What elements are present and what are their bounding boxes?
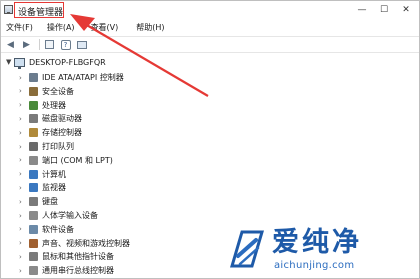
expand-arrow-icon[interactable]: › xyxy=(19,184,29,192)
tree-node-label: 计算机 xyxy=(42,169,66,179)
tree-node[interactable]: › 处理器 xyxy=(19,100,66,111)
menu-view[interactable]: 查看(V) xyxy=(87,20,123,35)
collapse-arrow-icon[interactable]: ▼ xyxy=(6,58,14,66)
properties-icon[interactable] xyxy=(43,38,56,51)
disk-drive-icon xyxy=(29,114,38,124)
processor-icon xyxy=(29,100,38,110)
printer-icon xyxy=(29,142,38,151)
maximize-button[interactable]: ☐ xyxy=(373,3,395,17)
expand-arrow-icon[interactable]: › xyxy=(19,87,29,95)
arrow-right-icon[interactable]: ▶ xyxy=(20,38,33,51)
tree-node[interactable]: › IDE ATA/ATAPI 控制器 xyxy=(19,72,124,83)
tree-node-label: 磁盘驱动器 xyxy=(42,114,82,124)
tree-node[interactable]: › 磁盘驱动器 xyxy=(19,113,82,124)
expand-arrow-icon[interactable]: › xyxy=(19,267,29,275)
tree-node-label: 端口 (COM 和 LPT) xyxy=(42,155,113,165)
device-manager-app-icon xyxy=(4,5,13,14)
tree-root[interactable]: ▼ DESKTOP-FLBGFQR xyxy=(6,56,106,69)
menu-action[interactable]: 操作(A) xyxy=(43,20,79,35)
title-bar: 设备管理器 — ☐ ✕ xyxy=(1,1,419,20)
tree-node-label: 打印队列 xyxy=(42,142,74,151)
menu-bar: 文件(F) 操作(A) 查看(V) 帮助(H) xyxy=(1,20,419,35)
storage-controller-icon xyxy=(29,128,38,138)
watermark-logo-icon xyxy=(229,230,265,268)
usb-icon xyxy=(29,266,38,276)
tree-node-label: 安全设备 xyxy=(42,86,74,96)
tree-node-label: 鼠标和其他指针设备 xyxy=(42,252,114,262)
tree-root-label: DESKTOP-FLBGFQR xyxy=(29,57,106,67)
expand-arrow-icon[interactable]: › xyxy=(19,143,29,151)
tree-node[interactable]: › 计算机 xyxy=(19,169,66,180)
ide-controller-icon xyxy=(29,73,38,82)
tree-node[interactable]: › 存储控制器 xyxy=(19,127,82,138)
tree-node[interactable]: › 通用串行总线控制器 xyxy=(19,265,114,276)
mouse-icon xyxy=(29,252,38,262)
tree-node-label: 监视器 xyxy=(42,183,66,193)
watermark-url: aichunjing.com xyxy=(274,260,355,271)
toolbar: ◀ ▶ ? xyxy=(1,36,419,53)
monitor-icon xyxy=(29,183,38,193)
close-button[interactable]: ✕ xyxy=(395,3,417,17)
tree-node[interactable]: › 声音、视频和游戏控制器 xyxy=(19,238,130,249)
arrow-left-icon[interactable]: ◀ xyxy=(4,38,17,51)
tree-node-label: 人体学输入设备 xyxy=(42,211,98,220)
keyboard-icon xyxy=(29,197,38,207)
tree-node-label: 软件设备 xyxy=(42,224,74,234)
tree-node-label: 键盘 xyxy=(42,197,58,207)
port-icon xyxy=(29,155,38,165)
tree-node-label: 存储控制器 xyxy=(42,128,82,138)
tree-node[interactable]: › 键盘 xyxy=(19,196,58,207)
minimize-button[interactable]: — xyxy=(351,3,373,17)
tree-node-label: 声音、视频和游戏控制器 xyxy=(42,238,130,248)
computer-icon xyxy=(14,57,25,69)
menu-file[interactable]: 文件(F) xyxy=(2,20,37,35)
expand-arrow-icon[interactable]: › xyxy=(19,253,29,261)
tree-node-label: 处理器 xyxy=(42,100,66,110)
tree-node[interactable]: › 监视器 xyxy=(19,182,66,193)
tree-node[interactable]: › 安全设备 xyxy=(19,86,74,97)
tree-node[interactable]: › 端口 (COM 和 LPT) xyxy=(19,155,113,166)
expand-arrow-icon[interactable]: › xyxy=(19,198,29,206)
title-highlight-box xyxy=(14,2,64,18)
monitor-icon[interactable] xyxy=(75,38,88,51)
sound-icon xyxy=(29,238,38,248)
expand-arrow-icon[interactable]: › xyxy=(19,115,29,123)
watermark: 爱纯净 aichunjing.com xyxy=(228,226,418,276)
tree-node-label: 通用串行总线控制器 xyxy=(42,266,114,276)
security-device-icon xyxy=(29,86,38,96)
computer-icon xyxy=(29,169,38,179)
watermark-text: 爱纯净 xyxy=(272,227,362,258)
expand-arrow-icon[interactable]: › xyxy=(19,156,29,164)
expand-arrow-icon[interactable]: › xyxy=(19,225,29,233)
tree-node[interactable]: › 鼠标和其他指针设备 xyxy=(19,251,114,262)
menu-help[interactable]: 帮助(H) xyxy=(132,20,168,35)
expand-arrow-icon[interactable]: › xyxy=(19,170,29,178)
tree-node[interactable]: › 打印队列 xyxy=(19,141,74,152)
tree-node[interactable]: › 软件设备 xyxy=(19,224,74,235)
help-icon[interactable]: ? xyxy=(59,38,72,51)
expand-arrow-icon[interactable]: › xyxy=(19,74,29,82)
expand-arrow-icon[interactable]: › xyxy=(19,129,29,137)
tree-node[interactable]: › 人体学输入设备 xyxy=(19,210,98,221)
expand-arrow-icon[interactable]: › xyxy=(19,239,29,247)
toolbar-separator xyxy=(39,39,40,50)
hid-icon xyxy=(29,211,38,220)
expand-arrow-icon[interactable]: › xyxy=(19,212,29,220)
expand-arrow-icon[interactable]: › xyxy=(19,101,29,109)
tree-node-label: IDE ATA/ATAPI 控制器 xyxy=(42,73,124,82)
software-device-icon xyxy=(29,224,38,234)
window-controls: — ☐ ✕ xyxy=(351,3,417,17)
